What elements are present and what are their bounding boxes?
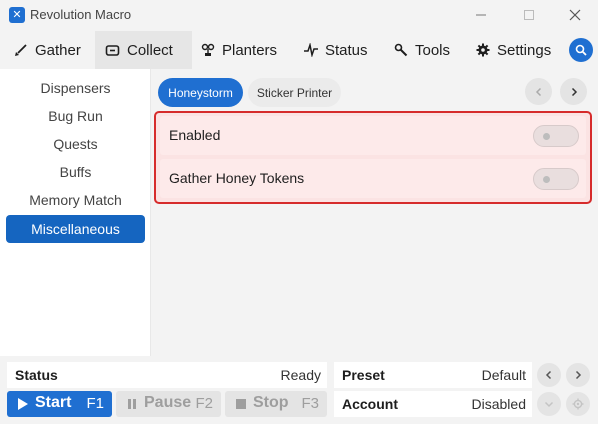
account-label: Account [342,396,398,412]
subtab-sticker-printer[interactable]: Sticker Printer [248,78,341,107]
tab-status-label: Status [325,41,368,59]
tab-gather[interactable]: Gather [4,31,92,69]
collect-icon [105,45,120,56]
close-button[interactable] [563,4,587,26]
chevron-right-icon [571,87,577,96]
subtab-label: Sticker Printer [256,85,333,100]
sidebar-item-quests[interactable]: Quests [6,130,145,158]
search-button[interactable] [569,38,593,62]
pause-hotkey: F2 [195,395,213,412]
tab-settings-label: Settings [497,41,552,59]
tab-status[interactable]: Status [294,31,378,69]
play-icon [18,398,28,410]
preset-label: Preset [342,367,385,383]
tab-planters[interactable]: Planters [191,31,287,69]
account-settings-button[interactable] [566,392,590,416]
preset-value[interactable]: Default [482,367,526,383]
sidebar-item-dispensers[interactable]: Dispensers [6,74,145,102]
sidebar-item-label: Bug Run [48,108,103,124]
status-panel: Status Ready [7,362,327,388]
sidebar-item-buffs[interactable]: Buffs [6,158,145,186]
minimize-icon [476,14,486,16]
enabled-toggle[interactable] [533,125,579,147]
close-icon [569,9,581,21]
setting-row-enabled: Enabled [160,116,586,155]
sidebar-item-label: Quests [53,136,98,152]
maximize-button[interactable] [517,4,541,26]
honeystorm-settings-group: Enabled Gather Honey Tokens [154,111,592,204]
wrench-icon [394,43,408,57]
chevron-right-icon [575,370,582,380]
tab-gather-label: Gather [35,41,81,59]
stop-hotkey: F3 [301,395,319,412]
gear-icon [572,398,584,410]
account-panel: Account Disabled [334,391,532,417]
preset-next-button[interactable] [566,363,590,387]
setting-label-gather-honey-tokens: Gather Honey Tokens [169,170,305,186]
start-hotkey: F1 [86,395,104,412]
minimize-button[interactable] [469,4,493,26]
maximize-icon [524,10,534,20]
tab-collect-label: Collect [127,41,173,59]
gather-honey-tokens-toggle[interactable] [533,168,579,190]
account-value[interactable]: Disabled [472,396,526,412]
toggle-knob [543,176,550,183]
content-panel: Honeystorm Sticker Printer Enabled Gathe… [151,69,598,356]
plant-icon [201,43,215,56]
sidebar-item-label: Buffs [59,164,92,180]
pause-icon [128,399,136,409]
search-icon [575,44,587,56]
preset-panel: Preset Default [334,362,532,388]
chevron-down-icon [544,401,554,408]
bottom-bar: Status Ready Start F1 Pause F2 Stop F3 P… [0,356,598,424]
stop-button[interactable]: Stop F3 [225,391,327,417]
tab-settings[interactable]: Settings [466,31,562,69]
setting-row-gather-honey-tokens: Gather Honey Tokens [160,159,586,198]
shovel-icon [15,44,27,56]
app-logo-icon: ✕ [9,7,25,23]
start-button[interactable]: Start F1 [7,391,112,417]
start-label: Start [35,394,72,411]
tab-collect[interactable]: Collect [95,31,192,69]
pause-button[interactable]: Pause F2 [116,391,221,417]
subtab-prev-button[interactable] [525,78,552,105]
subtab-honeystorm[interactable]: Honeystorm [158,78,243,107]
tab-tools-label: Tools [415,41,451,59]
sidebar-item-label: Memory Match [29,192,122,208]
chevron-left-icon [535,87,541,96]
sidebar: Dispensers Bug Run Quests Buffs Memory M… [0,69,151,356]
sidebar-item-bug-run[interactable]: Bug Run [6,102,145,130]
gear-icon [476,43,490,57]
sidebar-item-label: Dispensers [40,80,111,96]
window-title: Revolution Macro [30,7,132,22]
status-label: Status [15,367,58,383]
sidebar-item-miscellaneous[interactable]: Miscellaneous [6,215,145,243]
stop-icon [236,399,246,409]
sidebar-item-label: Miscellaneous [31,221,120,237]
subtab-next-button[interactable] [560,78,587,105]
title-bar: ✕ Revolution Macro [0,0,598,31]
pause-label: Pause [144,394,192,411]
subtab-label: Honeystorm [168,85,233,100]
chevron-left-icon [545,370,552,380]
stop-label: Stop [253,394,289,411]
pulse-icon [304,43,318,57]
account-dropdown-button[interactable] [537,392,561,416]
tab-tools[interactable]: Tools [384,31,464,69]
toggle-knob [543,133,550,140]
sidebar-item-memory-match[interactable]: Memory Match [6,186,145,214]
preset-prev-button[interactable] [537,363,561,387]
tab-planters-label: Planters [222,41,278,59]
status-value: Ready [280,367,321,383]
setting-label-enabled: Enabled [169,127,221,143]
main-tab-bar: Gather Collect Planters Status Tools Set… [0,31,598,69]
